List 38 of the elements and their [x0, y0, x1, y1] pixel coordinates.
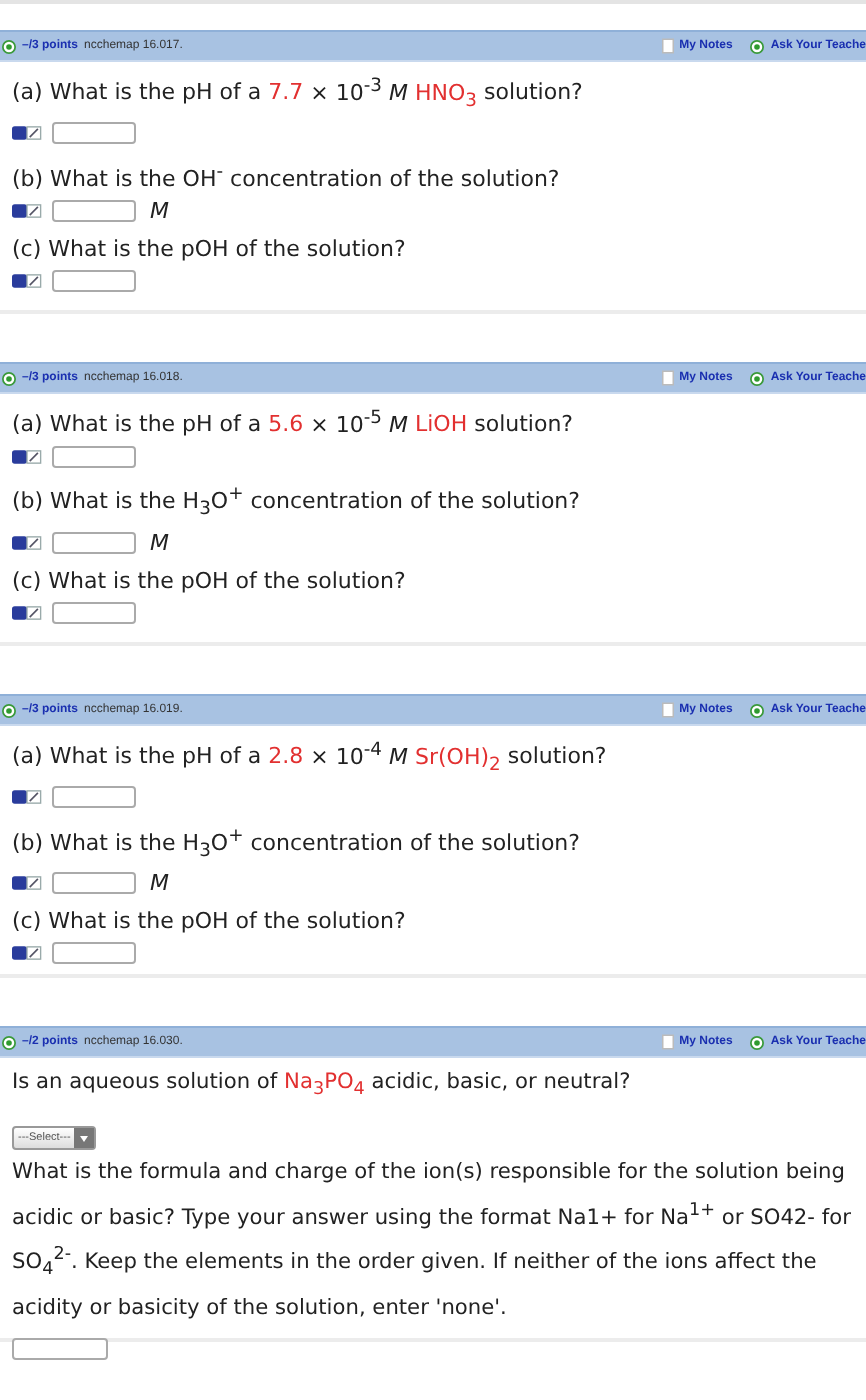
pencil-badge-icon: [12, 450, 42, 465]
answer-field[interactable]: [52, 942, 136, 965]
pencil-badge-icon: [12, 946, 42, 961]
answer-field[interactable]: [52, 200, 136, 222]
question-text: (c) What is the pOH of the solution?: [12, 233, 408, 265]
caret-icon[interactable]: [74, 1128, 95, 1149]
question-text: Is an aqueous solution of Na$_{3}$PO$_{4}$ acidic, basic, or neutral?: [12, 1068, 633, 1105]
note-icon[interactable]: [661, 702, 674, 718]
pencil-badge-icon: [12, 876, 42, 891]
pencil-badge-icon: [12, 536, 42, 550]
answer-field[interactable]: [52, 270, 136, 292]
unit-label: M: [150, 198, 169, 224]
pencil-badge-icon: [12, 274, 42, 288]
answer-field[interactable]: [52, 786, 136, 809]
note-icon[interactable]: [661, 370, 674, 386]
question-text: (b) What is the H$_{3}$O$^{+}$ concentration of the solution?: [12, 821, 582, 866]
pencil-badge-icon: [12, 790, 42, 805]
question-text: (a) What is the pH of a 2.8 × 10$^{-4}$ M Sr(OH)$_{2}$ solution?: [12, 736, 609, 780]
question-text: (b) What is the H$_{3}$O$^{+}$ concentration of the solution?: [12, 481, 582, 525]
question-text: What is the formula and charge of the ion(s) responsible for the solution being acidic or basic? Type your answer using the format Na1+ for Na$^{1+}$ or SO42- for SO$_{4}$$^{2-}$. Keep the elements in the order given. If neither of the ions affect the acidity or basicity of the solution, enter 'none'.: [12, 1158, 853, 1325]
answer-field[interactable]: [52, 532, 136, 554]
question-text: (b) What is the OH$^{-}$ concentration of the solution?: [12, 157, 562, 195]
note-icon[interactable]: [661, 1034, 674, 1050]
answer-field[interactable]: [52, 602, 136, 624]
unit-label: M: [150, 870, 169, 897]
question-text: (c) What is the pOH of the solution?: [12, 565, 408, 597]
answer-field[interactable]: [52, 446, 136, 469]
pencil-badge-icon: [12, 126, 42, 141]
unit-label: M: [150, 530, 169, 556]
answer-field[interactable]: [12, 1338, 108, 1361]
answer-field[interactable]: [52, 872, 136, 895]
note-icon[interactable]: [661, 38, 674, 54]
answer-field[interactable]: [52, 122, 136, 145]
question-text: (c) What is the pOH of the solution?: [12, 905, 408, 938]
pencil-badge-icon: [12, 606, 42, 620]
question-text: (a) What is the pH of a 5.6 × 10$^{-5}$ M LiOH solution?: [12, 404, 576, 442]
pencil-badge-icon: [12, 204, 42, 218]
question-text: (a) What is the pH of a 7.7 × 10$^{-3}$ M HNO$_{3}$ solution?: [12, 72, 585, 116]
